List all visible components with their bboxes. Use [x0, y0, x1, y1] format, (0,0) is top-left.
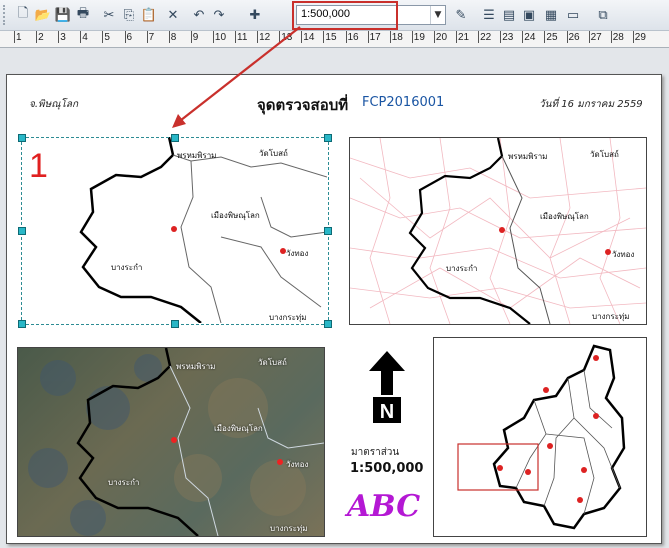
map-label: บางระกำ [446, 264, 478, 273]
map-label: พรหมพิราม [508, 152, 548, 161]
catalog-icon[interactable]: ▤ [500, 6, 518, 24]
ruler-tick: 3 [58, 31, 66, 43]
map-label: วัดโบสถ์ [590, 150, 619, 159]
editor-icon[interactable]: ✎ [452, 6, 470, 24]
logo-text[interactable]: ABC [347, 489, 420, 524]
scale-value-text[interactable]: 1:500,000 [350, 461, 423, 476]
print-icon[interactable]: 🖶 [74, 6, 92, 24]
map-label: วังทอง [286, 460, 309, 469]
ruler-tick: 10 [212, 31, 227, 43]
ruler-tick: 20 [433, 31, 448, 43]
resize-handle[interactable] [171, 320, 179, 328]
cut-icon[interactable]: ✂ [100, 6, 118, 24]
frame-number-label[interactable]: 1 [29, 147, 48, 186]
redo-icon[interactable]: ↷ [210, 6, 228, 24]
map-label: บางกระทุ่ม [592, 312, 630, 321]
svg-text:N: N [380, 401, 394, 423]
ruler-tick: 26 [566, 31, 580, 43]
selection-rectangle[interactable] [21, 137, 329, 325]
arctoolbox-icon[interactable]: ▦ [542, 6, 560, 24]
search-window-icon[interactable]: ▣ [520, 6, 538, 24]
ruler-tick: 8 [168, 31, 177, 43]
province-text[interactable]: จ.พิษณุโลก [29, 97, 78, 112]
undo-icon[interactable]: ↶ [190, 6, 208, 24]
scale-label-text[interactable]: มาตราส่วน [351, 445, 399, 460]
layout-page[interactable]: จ.พิษณุโลก จุดตรวจสอบที่ FCP2016001 วันท… [6, 74, 662, 544]
data-frame-2[interactable]: พรหมพิราม วัดโบสถ์ เมืองพิษณุโลก บางระกำ… [349, 137, 647, 325]
ruler-tick: 17 [367, 31, 381, 43]
ruler-tick: 12 [257, 31, 271, 43]
new-document-icon[interactable]: 🗋 [14, 6, 32, 24]
ruler-tick: 6 [124, 31, 133, 43]
map-label: เมืองพิษณุโลก [214, 424, 263, 433]
delete-icon[interactable]: ✕ [164, 6, 182, 24]
title-text[interactable]: จุดตรวจสอบที่ [257, 93, 348, 117]
ruler-tick: 9 [190, 31, 199, 43]
ruler-tick: 29 [632, 31, 646, 43]
satellite-imagery-map [28, 348, 324, 536]
python-window-icon[interactable]: ▭ [564, 6, 582, 24]
ruler-tick: 5 [102, 31, 110, 43]
ruler-tick: 27 [588, 31, 602, 43]
toolbar-grip[interactable] [3, 5, 8, 25]
ruler-tick: 21 [456, 31, 470, 43]
paste-icon[interactable]: 📋 [140, 6, 158, 24]
north-arrow-icon[interactable]: N [367, 351, 407, 431]
resize-handle[interactable] [324, 134, 332, 142]
ruler-tick: 14 [301, 31, 315, 43]
ruler-tick: 4 [80, 31, 88, 43]
horizontal-ruler[interactable]: 1 2 3 4 5 6 7 8 9 10 11 12 13 14 15 16 17 18 19 20 21 22 23 24 2… [0, 31, 669, 48]
road-network-map [350, 138, 646, 324]
model-builder-icon[interactable]: ⧉ [594, 6, 612, 24]
save-icon[interactable]: 💾 [54, 6, 72, 24]
layout-canvas[interactable]: จ.พิษณุโลก จุดตรวจสอบที่ FCP2016001 วันท… [0, 48, 669, 548]
resize-handle[interactable] [324, 227, 332, 235]
map-label: บางระกำ [108, 478, 140, 487]
ruler-tick: 19 [411, 31, 425, 43]
map-label: เมืองพิษณุโลก [540, 212, 589, 221]
data-frame-overview[interactable] [433, 337, 647, 537]
scale-highlight-box [292, 1, 398, 30]
standard-toolbar: 🗋 📂 💾 🖶 ✂ ⎘ 📋 ✕ ↶ ↷ ✚ 1:500,000 ▼ ✎ ☰ ▤ ▣ ▦ ▭ ⧉ [0, 0, 669, 31]
map-label: วัดโบสถ์ [258, 358, 287, 367]
checkpoint-code-text[interactable]: FCP2016001 [362, 95, 444, 110]
ruler-tick: 7 [146, 31, 155, 43]
ruler-tick: 16 [345, 31, 359, 43]
resize-handle[interactable] [18, 134, 26, 142]
ruler-tick: 13 [279, 31, 293, 43]
ruler-tick: 23 [500, 31, 514, 43]
add-data-icon[interactable]: ✚ [246, 6, 264, 24]
ruler-tick: 18 [389, 31, 403, 43]
ruler-tick: 24 [522, 31, 536, 43]
map-label: บางกระทุ่ม [270, 524, 308, 533]
ruler-tick: 11 [235, 31, 248, 43]
copy-icon[interactable]: ⎘ [120, 6, 138, 24]
table-of-contents-icon[interactable]: ☰ [480, 6, 498, 24]
map-label: พรหมพิราม [176, 362, 216, 371]
overview-map [457, 344, 626, 530]
chevron-down-icon[interactable]: ▼ [430, 6, 445, 24]
date-text[interactable]: วันที่ 16 มกราคม 2559 [539, 97, 643, 112]
resize-handle[interactable] [171, 134, 179, 142]
ruler-tick: 15 [323, 31, 337, 43]
resize-handle[interactable] [18, 227, 26, 235]
ruler-tick: 22 [478, 31, 492, 43]
ruler-tick: 25 [544, 31, 558, 43]
resize-handle[interactable] [324, 320, 332, 328]
map-label: วังทอง [612, 250, 635, 259]
ruler-tick: 2 [36, 31, 44, 43]
open-folder-icon[interactable]: 📂 [34, 6, 52, 24]
resize-handle[interactable] [18, 320, 26, 328]
ruler-tick: 1 [14, 31, 22, 43]
data-frame-3[interactable]: พรหมพิราม วัดโบสถ์ เมืองพิษณุโลก บางระกำ… [17, 347, 325, 537]
ruler-tick: 28 [610, 31, 624, 43]
